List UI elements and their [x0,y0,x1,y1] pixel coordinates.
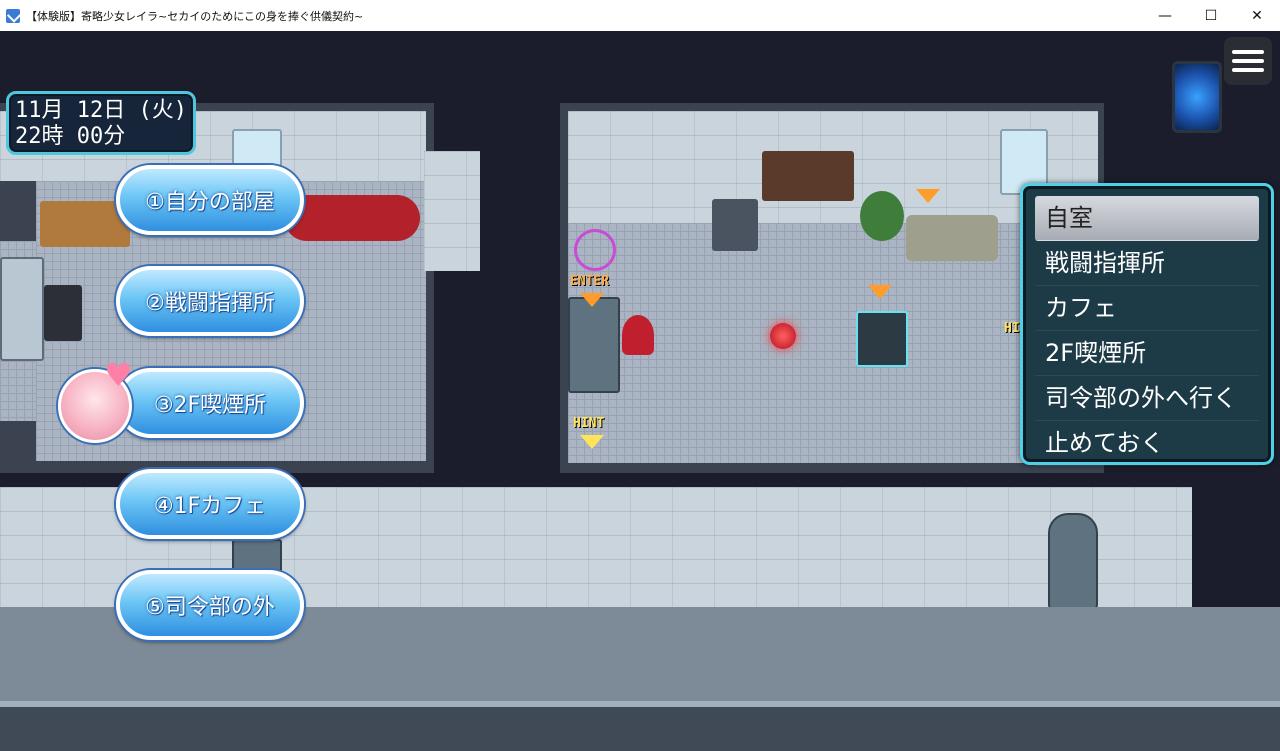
app-icon [6,8,20,23]
menu-item-go-outside[interactable]: 司令部の外へ行く [1035,376,1259,421]
date-text: 11月 12日 (火) [15,98,187,123]
window-titlebar: 【体験版】寄略少女レイラ~セカイのためにこの身を捧ぐ供儀契約~ — ☐ ✕ [0,0,1280,32]
shortcut-outside-button[interactable]: ⑤司令部の外 [116,570,304,640]
minimize-button[interactable]: — [1142,0,1188,31]
menu-item-command-center[interactable]: 戦闘指揮所 [1035,241,1259,286]
enter-arrow-icon [580,293,604,307]
menu-line-icon [1232,68,1264,72]
computer-terminal [856,311,908,367]
hint-arrow-icon [580,435,604,449]
shortcut-command-center-button[interactable]: ②戦闘指揮所 [116,266,304,336]
enter-label: ENTER [570,274,610,289]
corridor-lower [0,701,1280,751]
hint-label: HINT [573,416,605,431]
menu-item-my-room[interactable]: 自室 [1035,196,1259,241]
close-button[interactable]: ✕ [1234,0,1280,31]
destination-menu: 自室 戦闘指揮所 カフェ 2F喫煙所 司令部の外へ行く 止めておく [1020,183,1274,466]
office-chair [44,285,82,341]
bed [906,215,998,261]
heart-icon: ♥ [104,356,133,394]
menu-item-smoking-room[interactable]: 2F喫煙所 [1035,331,1259,376]
bed-arrow-icon [916,189,940,203]
shortcut-cafe-button[interactable]: ④1Fカフェ [116,469,304,539]
left-table [0,257,44,361]
portal-icon[interactable] [1172,61,1222,133]
hint-label-partial: HI [1004,321,1020,336]
red-event-orb[interactable] [770,323,796,349]
corridor-door [1048,513,1098,609]
left-room-side-wall [424,151,480,271]
entrance-door [568,297,620,393]
storage-boxes [712,199,758,251]
left-room-window [232,129,282,169]
bookshelf [762,151,854,201]
red-sofa [284,195,420,241]
potted-plant [860,191,904,241]
purple-warp-ring [574,229,616,271]
menu-line-icon [1232,59,1264,63]
menu-item-cancel[interactable]: 止めておく [1035,421,1259,466]
menu-item-cafe[interactable]: カフェ [1035,286,1259,331]
hamburger-menu-button[interactable] [1224,37,1272,85]
maximize-button[interactable]: ☐ [1188,0,1234,31]
time-text: 22時 00分 [15,124,126,149]
date-time-panel: 11月 12日 (火) 22時 00分 [6,91,196,155]
terminal-arrow-icon [868,285,892,299]
window-title: 【体験版】寄略少女レイラ~セカイのためにこの身を捧ぐ供儀契約~ [26,9,364,23]
game-viewport: ENTER HINT HI 11月 12日 (火) 22時 00分 ①自分の部屋… [0,31,1280,751]
menu-line-icon [1232,50,1264,54]
player-character [622,315,654,355]
shortcut-my-room-button[interactable]: ①自分の部屋 [116,165,304,235]
shortcut-smoking-room-button[interactable]: ③2F喫煙所 [116,368,304,438]
